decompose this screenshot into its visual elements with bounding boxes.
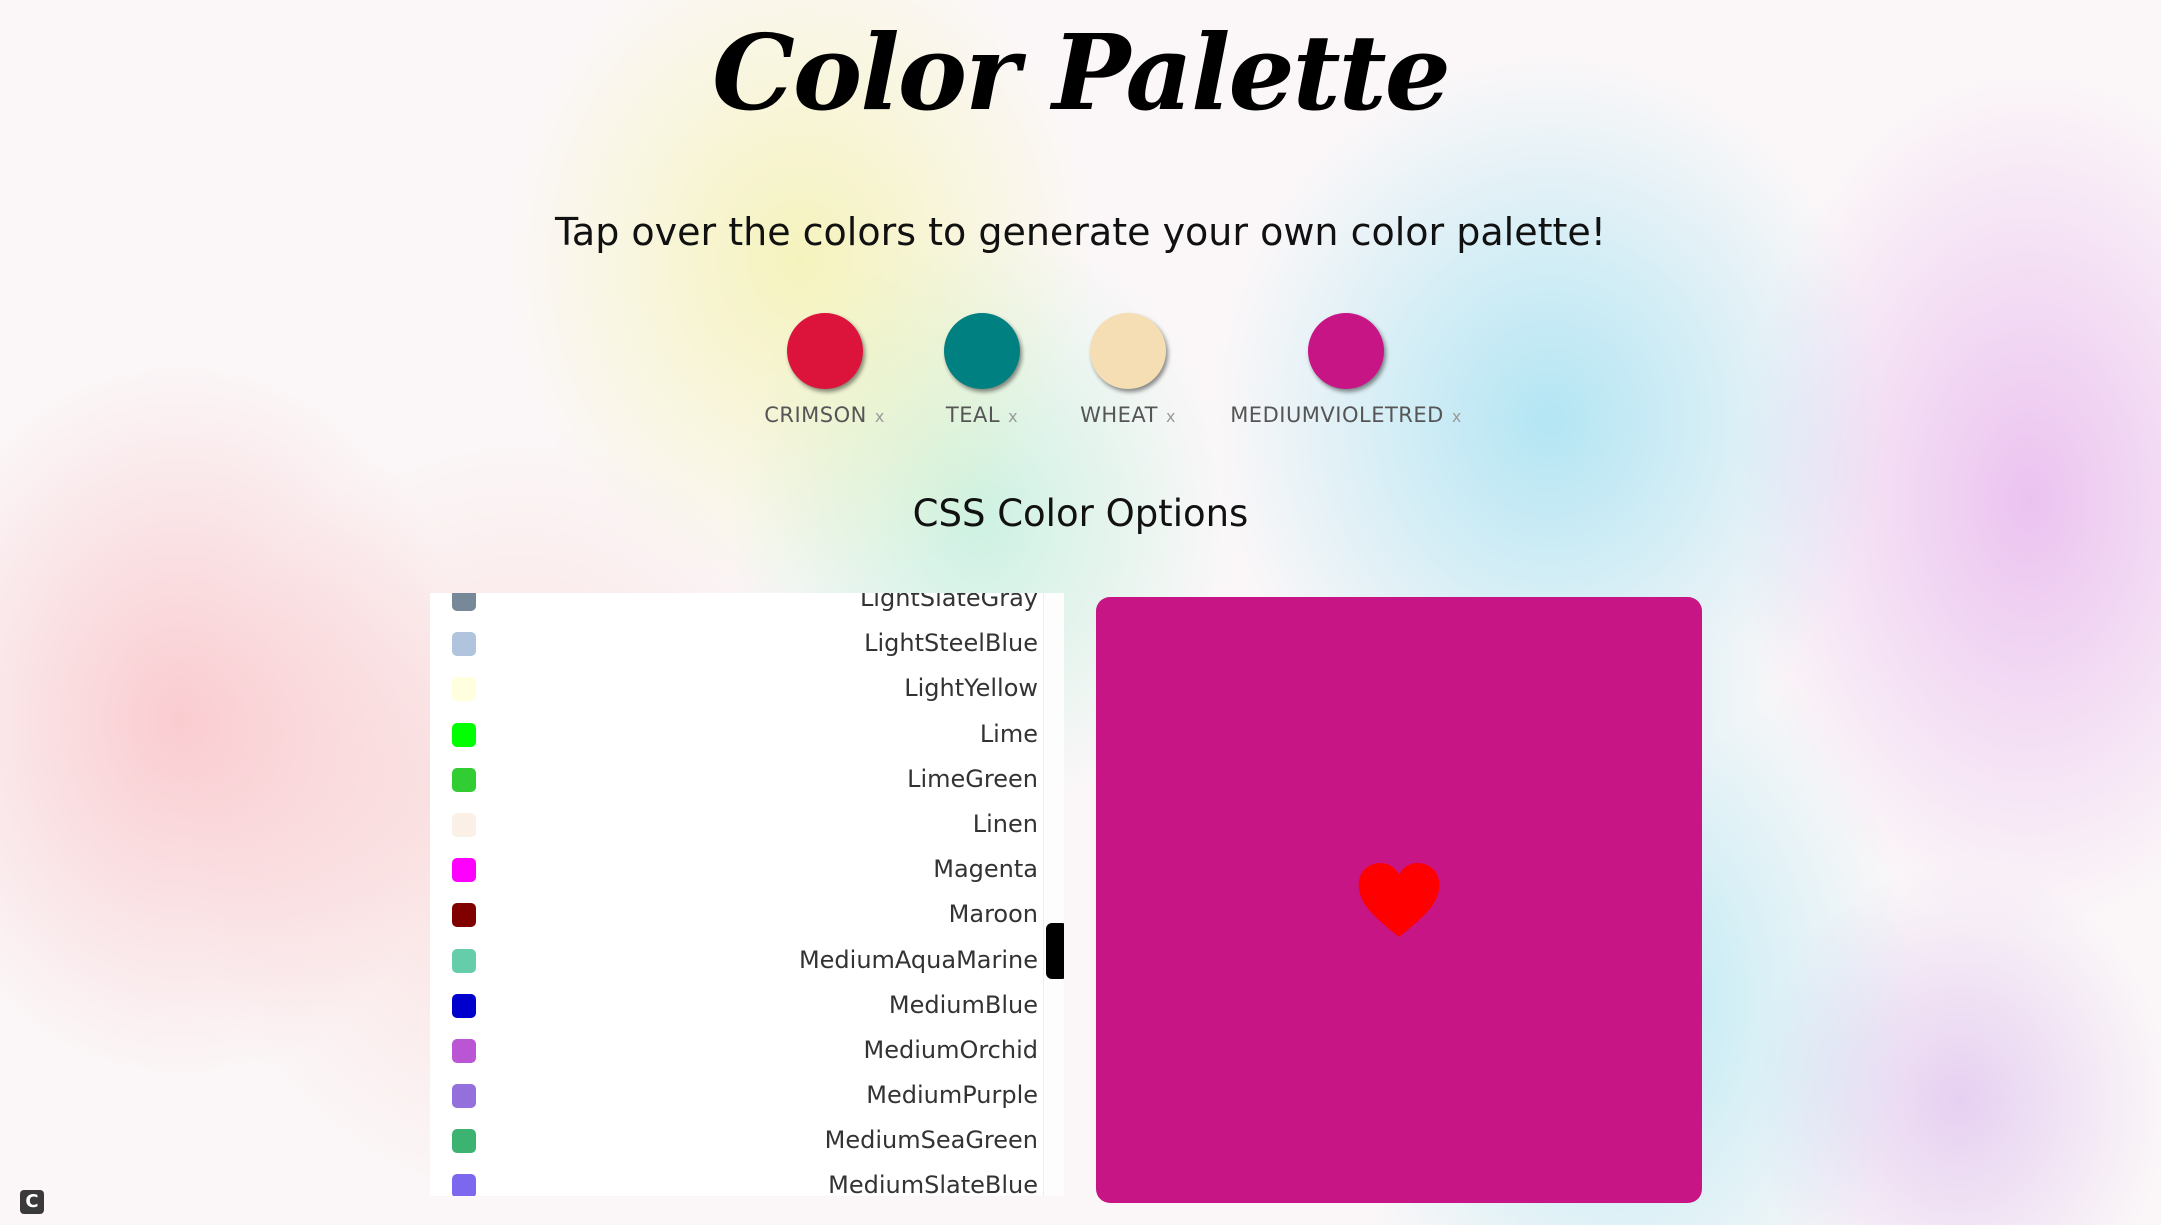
remove-icon[interactable]: x — [875, 407, 885, 426]
color-chip — [452, 1129, 476, 1154]
list-item[interactable]: MediumOrchid — [430, 1026, 1050, 1071]
color-preview — [1096, 597, 1702, 1203]
color-chip — [452, 993, 476, 1018]
list-item[interactable]: MediumBlue — [430, 981, 1050, 1026]
color-name: MediumPurple — [866, 1081, 1038, 1110]
color-chip — [452, 858, 476, 883]
palette-swatch-mediumvioletred[interactable]: MEDIUMVIOLETRED x — [1228, 313, 1464, 427]
palette-swatch-crimson[interactable]: CRIMSON x — [757, 313, 892, 427]
color-name: LightYellow — [904, 674, 1038, 703]
color-dot[interactable] — [944, 313, 1020, 389]
palette-swatch-wheat[interactable]: WHEAT x — [1064, 313, 1192, 427]
remove-icon[interactable]: x — [1166, 407, 1176, 426]
color-name: LimeGreen — [907, 764, 1038, 793]
list-item[interactable]: MediumSeaGreen — [430, 1116, 1050, 1161]
heart-icon — [1358, 863, 1440, 937]
palette-swatch-teal[interactable]: TEAL x — [922, 313, 1042, 427]
color-name: MediumSlateBlue — [828, 1171, 1038, 1196]
color-name: Lime — [979, 719, 1038, 748]
color-dot[interactable] — [1090, 313, 1166, 389]
color-dot[interactable] — [1308, 313, 1384, 389]
scrollbar-track[interactable] — [1043, 593, 1064, 1196]
options-title: CSS Color Options — [912, 492, 1249, 535]
color-chip — [452, 812, 476, 837]
color-name: Linen — [972, 809, 1038, 838]
color-name: Maroon — [948, 900, 1038, 929]
color-chip — [452, 593, 476, 611]
list-item[interactable]: MediumAquaMarine — [430, 936, 1050, 981]
palette-swatch-label: WHEAT x — [1080, 403, 1176, 427]
list-item[interactable]: MediumPurple — [430, 1071, 1050, 1116]
color-chip — [452, 1084, 476, 1109]
color-dot[interactable] — [786, 313, 863, 389]
color-name: Magenta — [933, 855, 1038, 884]
remove-icon[interactable]: x — [1008, 407, 1018, 426]
remove-icon[interactable]: x — [1452, 407, 1462, 426]
c-logo-icon[interactable]: C — [20, 1190, 44, 1214]
color-chip — [452, 948, 476, 973]
color-name: LightSlateGray — [859, 593, 1038, 612]
color-name: MediumSeaGreen — [824, 1126, 1038, 1155]
palette-swatch-label: MEDIUMVIOLETRED x — [1230, 403, 1462, 427]
color-chip — [452, 903, 476, 928]
color-name: LightSteelBlue — [864, 629, 1038, 658]
list-item[interactable]: Lime — [430, 710, 1050, 755]
palette-swatch-label: CRIMSON x — [764, 403, 885, 427]
list-item[interactable]: Linen — [430, 800, 1050, 845]
color-chip — [452, 722, 476, 747]
list-item[interactable]: Magenta — [430, 845, 1050, 890]
list-item[interactable]: LimeGreen — [430, 755, 1050, 800]
list-item[interactable]: LightSteelBlue — [430, 619, 1050, 664]
color-chip — [452, 632, 476, 657]
page-subtitle: Tap over the colors to generate your own… — [555, 210, 1606, 254]
page-title: Color Palette — [712, 11, 1451, 134]
color-name: MediumOrchid — [863, 1035, 1038, 1064]
list-item[interactable]: LightSlateGray — [430, 593, 1050, 619]
list-item[interactable]: MediumSlateBlue — [430, 1161, 1050, 1196]
scrollbar-thumb[interactable] — [1046, 923, 1064, 979]
color-name: MediumAquaMarine — [798, 945, 1038, 974]
color-name: MediumBlue — [888, 990, 1038, 1019]
list-item[interactable]: LightYellow — [430, 664, 1050, 709]
palette-swatch-label: TEAL x — [945, 403, 1019, 427]
color-options-list[interactable]: LightSlateGray LightSteelBlue LightYellow L… — [430, 593, 1064, 1196]
color-chip — [452, 677, 476, 702]
color-chip — [452, 1038, 476, 1063]
color-chip — [452, 1174, 476, 1196]
color-chip — [452, 767, 476, 792]
list-item[interactable]: Maroon — [430, 890, 1050, 935]
